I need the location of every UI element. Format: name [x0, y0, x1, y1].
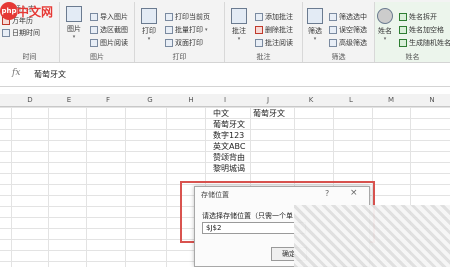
batch-print-icon: [165, 26, 173, 34]
import-image-icon: [90, 13, 98, 21]
print-button[interactable]: 打印 ▾: [141, 8, 157, 42]
column-header-g[interactable]: G: [145, 96, 155, 104]
column-header-k[interactable]: K: [306, 96, 316, 104]
filter-blank-button[interactable]: 误空筛选: [329, 25, 367, 35]
split-name-icon: [399, 13, 407, 21]
print-page-icon: [165, 13, 173, 21]
chevron-down-icon: ▾: [72, 34, 76, 40]
image-reader-icon: [90, 39, 98, 47]
close-icon[interactable]: ×: [350, 188, 358, 198]
ribbon-group-filter: 筛选 ▾ 筛选选中 误空筛选 高级筛选 筛选: [303, 2, 375, 62]
cell-i-portuguese[interactable]: 葡萄牙文: [213, 119, 245, 130]
cell-i-chinese[interactable]: 中文: [213, 108, 229, 119]
cell-i-text5[interactable]: 赞颂背由: [213, 152, 245, 163]
site-watermark: php 中文网: [0, 0, 56, 24]
clock-icon: [2, 29, 10, 37]
name-space-icon: [399, 26, 407, 34]
cell-i-english[interactable]: 英文ABC: [213, 141, 245, 152]
cell-i-text6[interactable]: 黎明城谒: [213, 163, 245, 174]
cell-j-portuguese[interactable]: 葡萄牙文: [253, 108, 285, 119]
advanced-filter-button[interactable]: 高级筛选: [329, 38, 367, 48]
duplex-print-icon: [165, 39, 173, 47]
split-name-button[interactable]: 姓名拆开: [399, 12, 437, 22]
random-name-icon: [399, 39, 407, 47]
filter-button[interactable]: 筛选 ▾: [307, 8, 323, 42]
group-title-image: 图片: [90, 53, 104, 61]
column-header-l[interactable]: L: [346, 96, 356, 104]
delete-comment-icon: [255, 26, 263, 34]
name-button[interactable]: 姓名 ▾: [377, 8, 393, 42]
ribbon-group-name: 姓名 ▾ 姓名拆开 姓名加空格 生成随机姓名 姓名: [375, 2, 450, 62]
group-title-filter: 筛选: [331, 53, 346, 61]
column-header-m[interactable]: M: [386, 96, 396, 104]
group-title-print: 打印: [172, 53, 187, 61]
print-current-page-button[interactable]: 打印当前页: [165, 12, 210, 22]
formula-bar-value[interactable]: 葡萄牙文: [34, 69, 66, 80]
region-screenshot-button[interactable]: 选区截图: [90, 25, 128, 35]
watermark-text: 中文网: [17, 5, 54, 19]
date-time-button[interactable]: 日期时间: [2, 28, 40, 38]
storage-location-input[interactable]: $J$2: [202, 222, 306, 234]
group-title-name: 姓名: [405, 53, 420, 61]
column-header-f[interactable]: F: [103, 96, 113, 104]
column-header-row: D E F G H I J K L M N: [0, 94, 450, 107]
ribbon-group-print: 打印 ▾ 打印当前页 批量打印 ▾ 双面打印 打印: [135, 2, 225, 62]
comment-button[interactable]: 批注 ▾: [231, 8, 247, 42]
formula-bar[interactable]: fx 葡萄牙文: [0, 63, 450, 87]
ribbon: 插入农 万年历 日期时间 时间 图片 ▾ 导入图片 选区截图 图片阅读 图片 打印…: [0, 0, 450, 63]
comment-reader-icon: [255, 39, 263, 47]
import-image-button[interactable]: 导入图片: [90, 12, 128, 22]
image-button[interactable]: 图片 ▾: [66, 6, 82, 40]
chevron-down-icon: ▾: [147, 36, 151, 42]
comment-reader-button[interactable]: 批注阅读: [255, 38, 293, 48]
duplex-print-button[interactable]: 双面打印: [165, 38, 203, 48]
column-header-h[interactable]: H: [186, 96, 196, 104]
filter-blank-icon: [329, 26, 337, 34]
ribbon-group-comment: 批注 ▾ 添加批注 删除批注 批注阅读 批注: [225, 2, 303, 62]
ribbon-group-image: 图片 ▾ 导入图片 选区截图 图片阅读 图片: [60, 2, 135, 62]
funnel-icon: [307, 8, 323, 24]
name-add-space-button[interactable]: 姓名加空格: [399, 25, 444, 35]
printer-icon: [141, 8, 157, 24]
fx-icon[interactable]: fx: [12, 68, 20, 78]
column-header-i[interactable]: I: [220, 96, 230, 104]
delete-comment-button[interactable]: 删除批注: [255, 25, 293, 35]
comment-icon: [231, 8, 247, 24]
image-reader-button[interactable]: 图片阅读: [90, 38, 128, 48]
group-title-comment: 批注: [256, 53, 271, 61]
add-comment-icon: [255, 13, 263, 21]
chevron-down-icon: ▾: [383, 36, 387, 42]
cell-i-number[interactable]: 数字123: [213, 130, 244, 141]
advanced-filter-icon: [329, 39, 337, 47]
random-name-button[interactable]: 生成随机姓名: [399, 38, 450, 48]
filter-selected-button[interactable]: 筛选选中: [329, 12, 367, 22]
watermark-logo: php: [0, 2, 18, 20]
help-icon[interactable]: ?: [325, 189, 329, 198]
chevron-down-icon: ▾: [237, 36, 241, 42]
group-title-time: 时间: [22, 53, 37, 61]
chevron-down-icon: ▾: [313, 36, 317, 42]
column-header-d[interactable]: D: [25, 96, 35, 104]
filter-selected-icon: [329, 13, 337, 21]
mosaic-overlay: [294, 205, 450, 267]
person-icon: [377, 8, 393, 24]
dialog-prompt: 请选择存储位置（只需一个单: [202, 212, 293, 220]
column-header-e[interactable]: E: [64, 96, 74, 104]
dialog-title: 存储位置: [201, 191, 229, 199]
add-comment-button[interactable]: 添加批注: [255, 12, 293, 22]
screenshot-icon: [90, 26, 98, 34]
batch-print-button[interactable]: 批量打印 ▾: [165, 25, 208, 35]
column-header-n[interactable]: N: [427, 96, 437, 104]
image-icon: [66, 6, 82, 22]
column-header-j[interactable]: J: [263, 96, 273, 104]
